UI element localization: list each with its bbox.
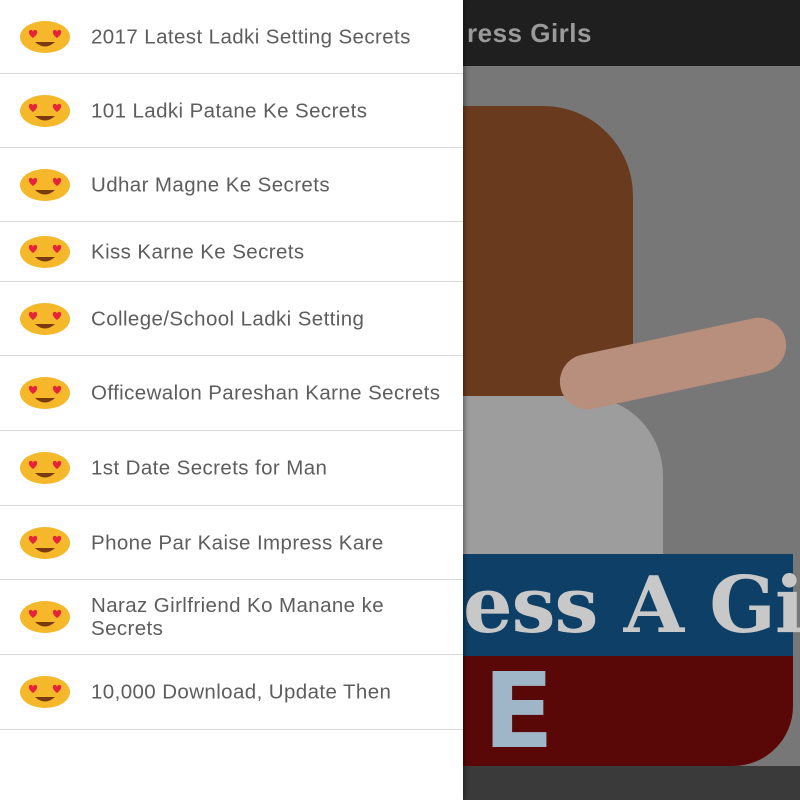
menu-item-phone-par-impress[interactable]: Phone Par Kaise Impress Kare	[0, 506, 463, 580]
menu-item-label: Phone Par Kaise Impress Kare	[91, 531, 384, 554]
menu-item-latest-ladki-setting[interactable]: 2017 Latest Ladki Setting Secrets	[0, 0, 463, 74]
heart-eyes-emoji-icon	[20, 377, 70, 409]
app-title: ress Girls	[467, 18, 592, 48]
banner-bottom-bar	[463, 766, 800, 800]
menu-item-101-ladki-patane[interactable]: 101 Ladki Patane Ke Secrets	[0, 74, 463, 148]
menu-item-10000-download[interactable]: 10,000 Download, Update Then	[0, 655, 463, 730]
drawer-menu: 2017 Latest Ladki Setting Secrets 101 La…	[0, 0, 463, 730]
menu-item-officewalon-pareshan[interactable]: Officewalon Pareshan Karne Secrets	[0, 356, 463, 431]
menu-item-label: Udhar Magne Ke Secrets	[91, 173, 330, 196]
menu-item-label: Officewalon Pareshan Karne Secrets	[91, 381, 441, 405]
menu-item-label: Kiss Karne Ke Secrets	[91, 240, 305, 263]
heart-eyes-emoji-icon	[20, 302, 70, 335]
heart-eyes-emoji-icon	[20, 452, 70, 484]
menu-item-1st-date-secrets[interactable]: 1st Date Secrets for Man	[0, 431, 463, 506]
menu-item-kiss-karne[interactable]: Kiss Karne Ke Secrets	[0, 222, 463, 282]
heart-eyes-emoji-icon	[20, 601, 70, 633]
menu-item-label: 1st Date Secrets for Man	[91, 456, 328, 480]
menu-item-college-school-setting[interactable]: College/School Ladki Setting	[0, 282, 463, 356]
heart-eyes-emoji-icon	[20, 168, 70, 201]
menu-item-label: 2017 Latest Ladki Setting Secrets	[91, 25, 411, 48]
menu-item-label: 10,000 Download, Update Then	[91, 680, 392, 704]
menu-item-naraz-girlfriend[interactable]: Naraz Girlfriend Ko Manane ke Secrets	[0, 580, 463, 655]
heart-eyes-emoji-icon	[20, 235, 70, 268]
menu-item-udhar-magne[interactable]: Udhar Magne Ke Secrets	[0, 148, 463, 222]
heart-eyes-emoji-icon	[20, 20, 70, 53]
heart-eyes-emoji-icon	[20, 676, 70, 708]
heart-eyes-emoji-icon	[20, 526, 70, 559]
menu-item-label: Naraz Girlfriend Ko Manane ke Secrets	[91, 594, 385, 640]
banner-title-text: ess A Girl	[463, 560, 800, 651]
heart-eyes-emoji-icon	[20, 94, 70, 127]
menu-item-label: 101 Ladki Patane Ke Secrets	[91, 99, 368, 122]
navigation-drawer: 2017 Latest Ladki Setting Secrets 101 La…	[0, 0, 463, 800]
banner-subtitle-letter: E	[483, 650, 555, 772]
banner-image[interactable]: ess A Girl E	[463, 66, 800, 800]
menu-item-label: College/School Ladki Setting	[91, 307, 365, 330]
